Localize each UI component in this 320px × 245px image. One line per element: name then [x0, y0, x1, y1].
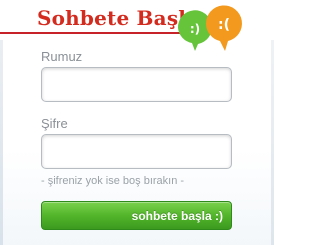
username-label: Rumuz: [41, 49, 83, 64]
green-bubble-face: :): [190, 22, 200, 36]
start-chat-button[interactable]: sohbete başla :): [41, 201, 232, 230]
start-chat-button-label: sohbete başla :): [131, 209, 223, 223]
smiley-speech-bubbles-icon: :) :(: [177, 5, 242, 52]
password-hint: - şifreniz yok ise boş bırakın -: [41, 175, 185, 187]
panel-title: Sohbete Başla: [37, 6, 200, 30]
login-panel: Sohbete Başla :) :( Rumuz Şifre - şifren…: [0, 0, 274, 245]
username-input[interactable]: [41, 67, 232, 102]
password-label: Şifre: [41, 116, 68, 131]
password-input[interactable]: [41, 134, 232, 169]
orange-bubble-face: :(: [218, 17, 230, 33]
